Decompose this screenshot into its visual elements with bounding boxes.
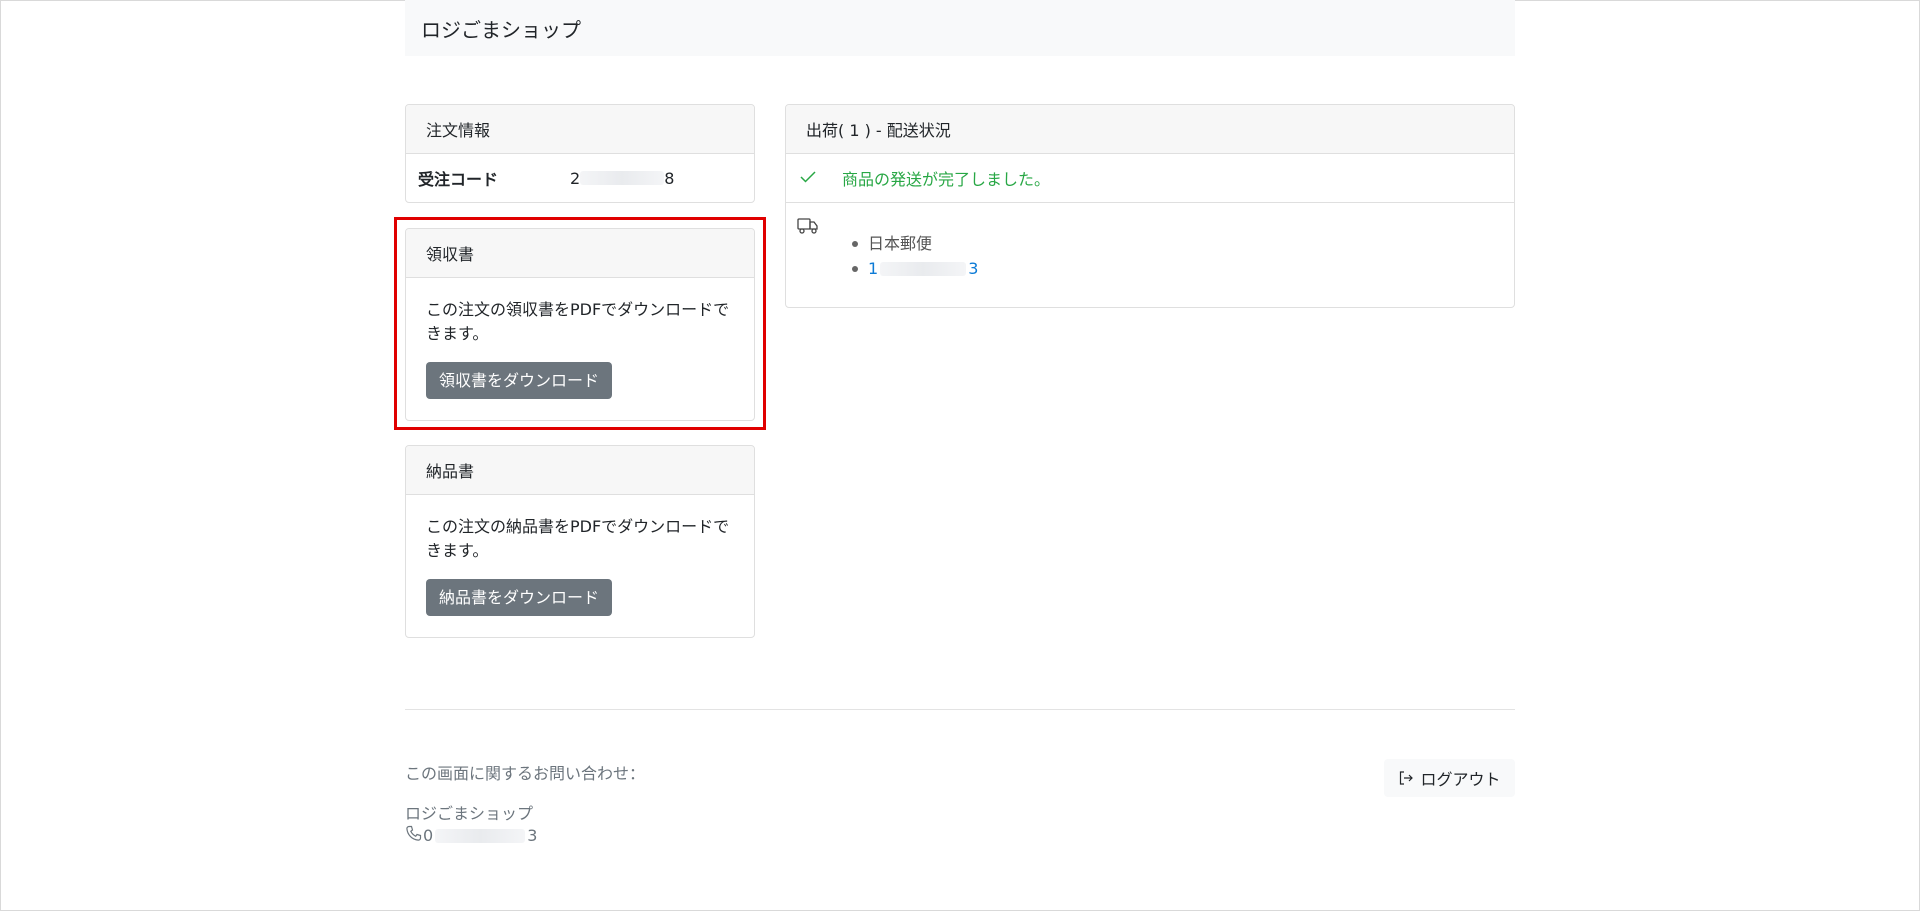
order-code-prefix: 2 xyxy=(570,168,581,188)
site-header: ロジごまショップ xyxy=(405,0,1515,56)
shipment-info-list: 日本郵便 1 3 xyxy=(851,231,978,281)
shipment-header: 出荷( 1 ) - 配送状況 xyxy=(786,105,1514,154)
shop-brand[interactable]: ロジごまショップ xyxy=(421,14,581,43)
logout-label[interactable]: ログアウト xyxy=(1420,766,1500,790)
redacted-block xyxy=(880,261,967,276)
redacted-block xyxy=(435,828,526,843)
delivery-note-description: この注文の納品書をPDFでダウンロードできます。 xyxy=(426,517,730,560)
phone-icon xyxy=(405,825,422,846)
redacted-block xyxy=(580,171,665,185)
shipment-card: 出荷( 1 ) - 配送状況 商品の発送が完了しました。 日本郵便 1 3 xyxy=(785,104,1515,308)
footer-divider xyxy=(405,709,1515,710)
order-code-row: 受注コード 2 8 xyxy=(406,154,754,202)
order-code-value: 2 8 xyxy=(570,169,674,188)
logout-button[interactable]: ログアウト xyxy=(1384,759,1515,797)
footer-shop-name: ロジごまショップ xyxy=(405,804,534,823)
delivery-note-header: 納品書 xyxy=(406,446,754,495)
download-delivery-note-button[interactable]: 納品書をダウンロード xyxy=(426,579,613,616)
order-code-label: 受注コード xyxy=(418,170,499,189)
order-code-suffix: 8 xyxy=(664,168,675,188)
tracking-prefix[interactable]: 1 xyxy=(868,256,878,281)
truck-icon xyxy=(797,217,819,239)
shipment-status-text: 商品の発送が完了しました。 xyxy=(842,170,1051,189)
phone-prefix: 0 xyxy=(423,826,434,845)
phone-suffix: 3 xyxy=(527,826,538,845)
contact-label: この画面に関するお問い合わせ： xyxy=(405,764,646,783)
footer-phone: 0 3 xyxy=(405,825,537,846)
delivery-note-body: この注文の納品書をPDFでダウンロードできます。 納品書をダウンロード xyxy=(406,495,754,636)
tracking-number-link[interactable]: 1 3 xyxy=(851,256,978,281)
delivery-note-card: 納品書 この注文の納品書をPDFでダウンロードできます。 納品書をダウンロード xyxy=(405,445,755,638)
shipment-detail-row: 日本郵便 1 3 xyxy=(786,203,1514,306)
tracking-suffix[interactable]: 3 xyxy=(968,256,978,281)
order-info-card: 注文情報 受注コード 2 8 xyxy=(405,104,755,203)
carrier-name: 日本郵便 xyxy=(851,231,978,256)
shipment-status-row: 商品の発送が完了しました。 xyxy=(786,154,1514,203)
order-info-header: 注文情報 xyxy=(406,105,754,154)
highlight-box xyxy=(394,217,766,430)
logout-icon xyxy=(1398,770,1414,786)
check-icon xyxy=(786,168,842,188)
